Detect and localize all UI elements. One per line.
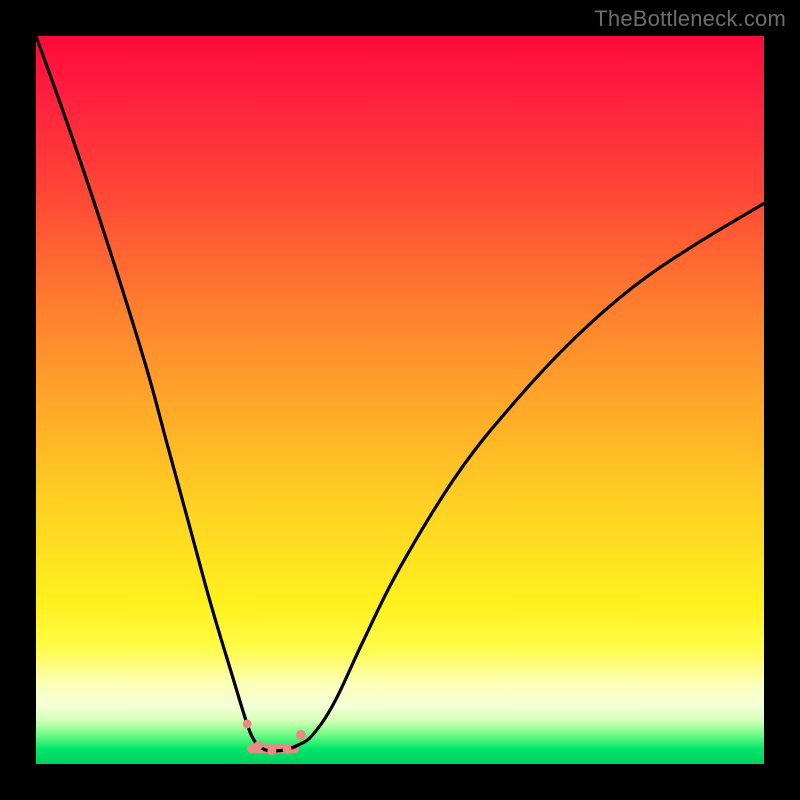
plot-area <box>36 36 764 764</box>
valley-center <box>267 746 276 755</box>
attribution-label: TheBottleneck.com <box>594 6 786 32</box>
curve-layer <box>36 36 764 764</box>
valley-left-mid <box>254 741 263 750</box>
chart-frame: TheBottleneck.com <box>0 0 800 800</box>
valley-left-top <box>243 719 252 728</box>
bottleneck-curve <box>36 36 764 751</box>
valley-right-mid <box>283 745 292 754</box>
valley-right-top <box>296 730 306 740</box>
